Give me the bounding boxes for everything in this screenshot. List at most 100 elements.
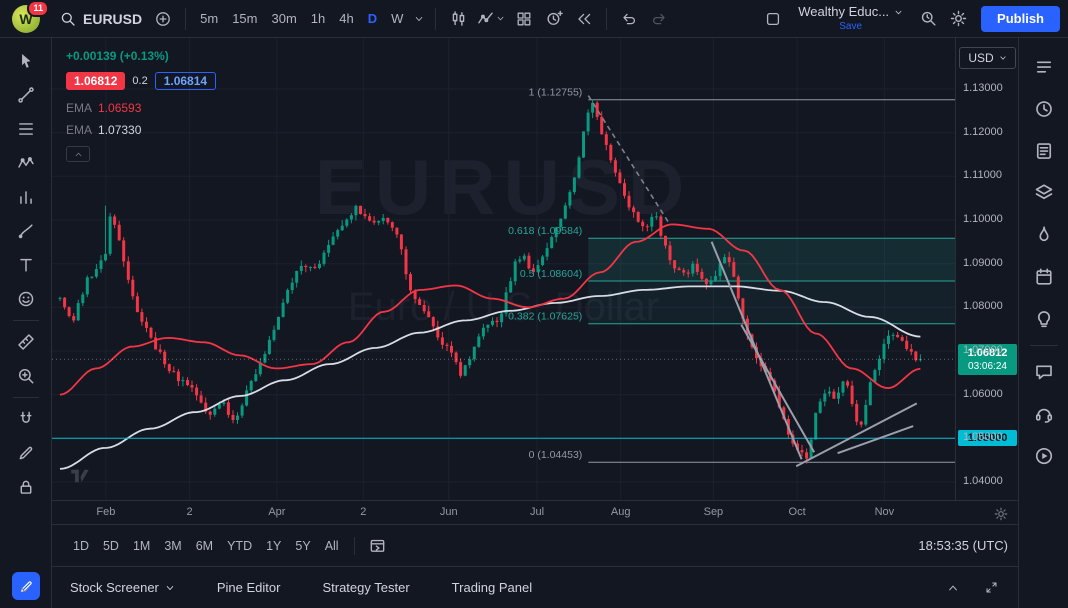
tradingview-logo[interactable] <box>70 466 90 486</box>
tabs: Stock Screener Pine Editor Strategy Tester… <box>70 580 532 595</box>
tool-trend-line[interactable] <box>9 79 43 111</box>
tool-measure[interactable] <box>9 326 43 358</box>
chevron-up-icon <box>947 582 959 594</box>
ema-slow-legend[interactable]: EMA1.07330 <box>66 124 216 136</box>
create-alert-button[interactable] <box>539 4 569 34</box>
panel-ideas[interactable] <box>1026 300 1062 338</box>
spread-value: 0.2 <box>132 76 147 87</box>
tool-edit[interactable] <box>9 437 43 469</box>
chart-area[interactable]: EURUSD Euro / U.S. Dollar 1 (1.12755)0.6… <box>52 38 955 500</box>
save-link[interactable]: Save <box>839 21 862 32</box>
panel-news[interactable] <box>1026 132 1062 170</box>
range-1M[interactable]: 1M <box>126 535 157 557</box>
currency-selector[interactable]: USD <box>959 47 1016 69</box>
collapse-legend-button[interactable] <box>66 146 90 162</box>
time-axis[interactable]: Feb2Apr2JunJulAugSepOctNov <box>52 500 1018 524</box>
tool-brush[interactable] <box>9 215 43 247</box>
bar-replay-button[interactable] <box>569 4 599 34</box>
account-logo[interactable]: W 11 <box>12 5 40 33</box>
tab-pine-editor[interactable]: Pine Editor <box>217 580 281 595</box>
publish-button[interactable]: Publish <box>981 6 1060 32</box>
range-1Y[interactable]: 1Y <box>259 535 288 557</box>
quick-search-button[interactable] <box>913 4 943 34</box>
save-layout-button[interactable] <box>758 4 788 34</box>
interval-30m[interactable]: 30m <box>264 7 303 30</box>
go-to-date-button[interactable] <box>363 531 393 561</box>
indicators-button[interactable] <box>473 4 509 34</box>
panel-object-tree[interactable] <box>1026 174 1062 212</box>
price-tick: 1.11000 <box>963 169 1002 181</box>
separator <box>354 537 355 555</box>
tool-text[interactable] <box>9 249 43 281</box>
range-5Y[interactable]: 5Y <box>288 535 317 557</box>
interval-menu-button[interactable] <box>410 4 428 34</box>
panel-open-button[interactable] <box>938 573 968 603</box>
buy-button[interactable]: 1.06814 <box>155 72 216 90</box>
tool-emoji[interactable] <box>9 283 43 315</box>
text-icon <box>17 256 35 274</box>
panel-chat[interactable] <box>1026 353 1062 391</box>
tab-trading-panel[interactable]: Trading Panel <box>452 580 532 595</box>
interval-D[interactable]: D <box>361 7 384 30</box>
panel-alerts[interactable] <box>1026 90 1062 128</box>
svg-text:0.618 (1.09584): 0.618 (1.09584) <box>508 225 582 237</box>
indicator-templates-button[interactable] <box>509 4 539 34</box>
tool-magnet[interactable] <box>9 403 43 435</box>
settings-button[interactable] <box>943 4 973 34</box>
tab-strategy-tester[interactable]: Strategy Tester <box>322 580 409 595</box>
bid-ask-row: 1.06812 0.2 1.06814 <box>66 72 216 90</box>
time-tick: Sep <box>704 506 724 518</box>
range-1D[interactable]: 1D <box>66 535 96 557</box>
tool-lock[interactable] <box>9 471 43 503</box>
interval-15m[interactable]: 15m <box>225 7 264 30</box>
tool-pattern[interactable] <box>9 147 43 179</box>
clock-utc[interactable]: 18:53:35 (UTC) <box>918 538 1008 553</box>
object-tree-icon <box>1034 183 1054 203</box>
range-3M[interactable]: 3M <box>157 535 188 557</box>
news-icon <box>1034 141 1054 161</box>
separator <box>13 397 39 398</box>
panel-calendar[interactable] <box>1026 258 1062 296</box>
layout-menu[interactable]: Wealthy Educ... Save <box>798 5 903 31</box>
tool-zoom[interactable] <box>9 360 43 392</box>
chart-type-button[interactable] <box>443 4 473 34</box>
range-All[interactable]: All <box>318 535 346 557</box>
panel-support[interactable] <box>1026 395 1062 433</box>
time-tick: Apr <box>268 506 285 518</box>
ema-fast-legend[interactable]: EMA1.06593 <box>66 102 216 114</box>
panel-hotlists[interactable] <box>1026 216 1062 254</box>
symbol-search-button[interactable]: EURUSD <box>54 7 148 31</box>
interval-W[interactable]: W <box>384 7 410 30</box>
brush-icon <box>17 222 35 240</box>
undo-button[interactable] <box>614 4 644 34</box>
interval-5m[interactable]: 5m <box>193 7 225 30</box>
time-tick: 2 <box>187 506 193 518</box>
range-5D[interactable]: 5D <box>96 535 126 557</box>
redo-button[interactable] <box>644 4 674 34</box>
expand-icon <box>985 581 998 594</box>
panel-watchlist[interactable] <box>1026 48 1062 86</box>
range-YTD[interactable]: YTD <box>220 535 259 557</box>
tool-fib-retracement[interactable] <box>9 113 43 145</box>
range-6M[interactable]: 6M <box>189 535 220 557</box>
ideas-icon <box>1034 309 1054 329</box>
panel-play[interactable] <box>1026 437 1062 475</box>
interval-4h[interactable]: 4h <box>332 7 360 30</box>
compare-add-button[interactable] <box>148 4 178 34</box>
tab-stock-screener[interactable]: Stock Screener <box>70 580 175 595</box>
more-panels-button[interactable] <box>10 578 40 602</box>
price-change: +0.00139 (+0.13%) <box>66 50 216 62</box>
price-axis[interactable]: USD 1.06812 03:06:24 1.05000 1.130001.12… <box>955 38 1018 500</box>
interval-1h[interactable]: 1h <box>304 7 332 30</box>
chevron-down-icon <box>165 583 175 593</box>
sell-button[interactable]: 1.06812 <box>66 72 125 90</box>
panel-maximize-button[interactable] <box>976 573 1006 603</box>
hotlists-icon <box>1034 225 1054 245</box>
right-panel-toolbar <box>1018 38 1068 608</box>
chevron-down-icon <box>19 584 31 596</box>
tool-cursor[interactable] <box>9 45 43 77</box>
axis-settings-button[interactable] <box>992 505 1010 523</box>
chat-icon <box>1034 362 1054 382</box>
tool-prediction[interactable] <box>9 181 43 213</box>
alert-clock-icon <box>546 10 563 27</box>
